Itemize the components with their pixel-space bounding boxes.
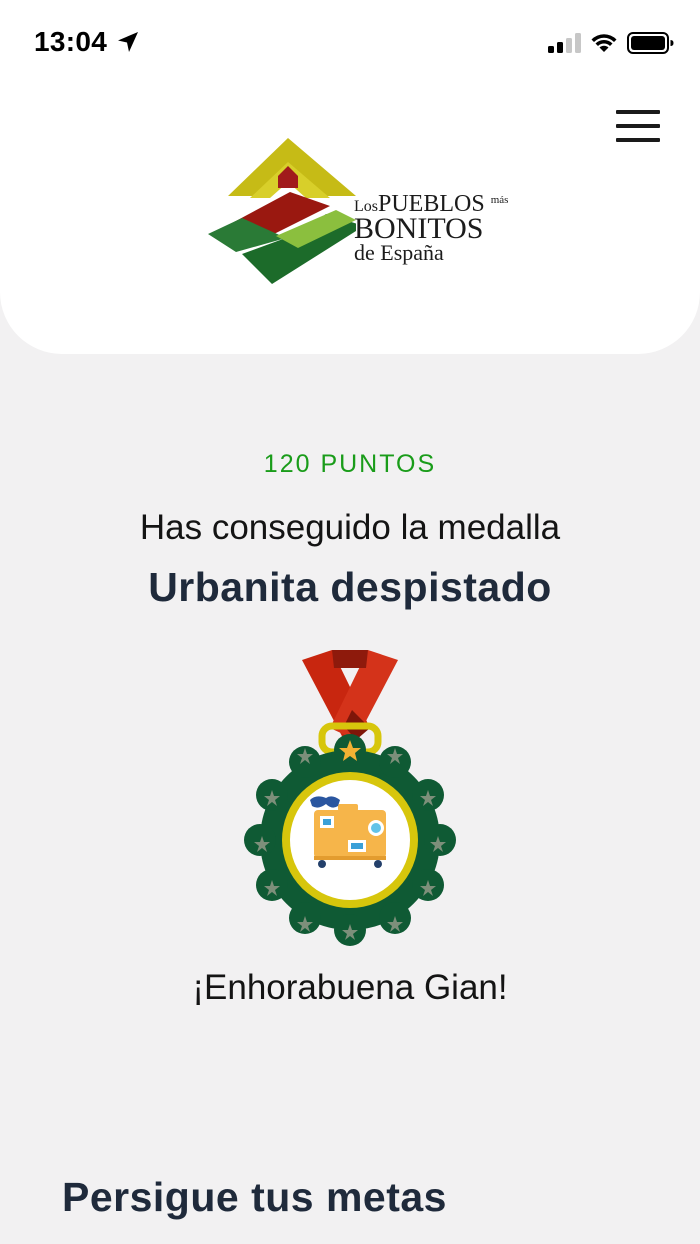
logo-wordmark: LosPUEBLOS más BONITOS de España bbox=[354, 192, 524, 264]
battery-icon bbox=[627, 32, 674, 54]
hamburger-menu-icon bbox=[616, 110, 660, 142]
status-time: 13:04 bbox=[34, 26, 108, 57]
points-label: 120 PUNTOS bbox=[263, 450, 437, 478]
logo-line3: de España bbox=[354, 240, 444, 265]
medal-name: Urbanita despistado bbox=[148, 564, 552, 610]
app-logo: LosPUEBLOS más BONITOS de España bbox=[206, 136, 516, 288]
goals-section-title: Persigue tus metas bbox=[62, 1174, 447, 1220]
app-header: 13:04 LosPUEBLOS más BONITOS de España bbox=[0, 0, 700, 354]
logo-suffix: más bbox=[490, 194, 509, 206]
status-bar: 13:04 bbox=[0, 0, 700, 88]
cellular-signal-icon bbox=[548, 33, 581, 53]
pueblos-logo-icon bbox=[208, 138, 356, 284]
wifi-icon bbox=[591, 34, 617, 52]
medal-subtitle: Has conseguido la medalla bbox=[139, 508, 561, 547]
congrats-message: ¡Enhorabuena Gian! bbox=[192, 968, 508, 1007]
location-arrow-icon bbox=[118, 32, 138, 52]
menu-button[interactable] bbox=[612, 106, 664, 146]
suitcase-medal-icon bbox=[244, 650, 456, 946]
